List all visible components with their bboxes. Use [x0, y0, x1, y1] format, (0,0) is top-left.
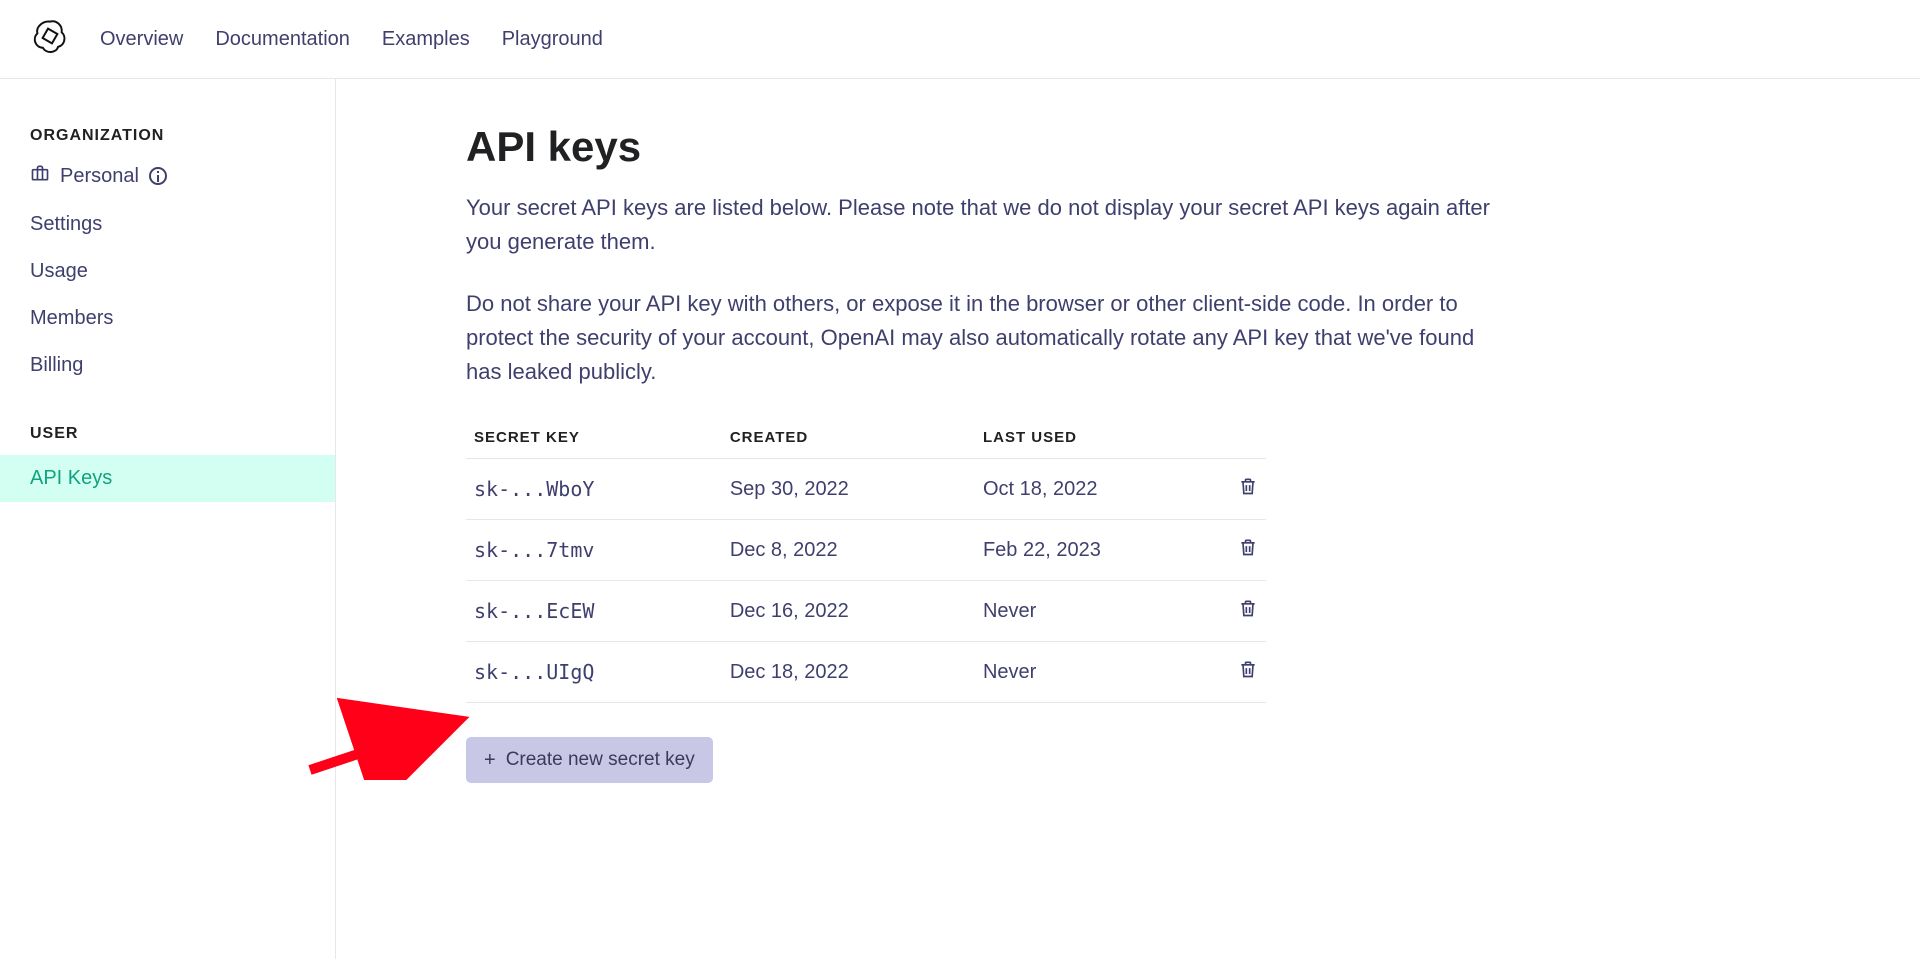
info-icon [149, 167, 167, 185]
trash-icon [1238, 480, 1258, 502]
main-content: API keys Your secret API keys are listed… [336, 79, 1536, 959]
cell-last-used: Oct 18, 2022 [975, 459, 1226, 520]
table-row: sk-...WboYSep 30, 2022Oct 18, 2022 [466, 459, 1266, 520]
create-secret-key-label: Create new secret key [506, 749, 695, 771]
cell-secret-key: sk-...7tmv [466, 520, 722, 581]
org-name: Personal [60, 165, 139, 188]
cell-created: Dec 18, 2022 [722, 642, 975, 703]
delete-key-button[interactable] [1238, 663, 1258, 685]
openai-logo-icon [32, 18, 68, 60]
nav-overview[interactable]: Overview [100, 28, 183, 51]
sidebar-item-members[interactable]: Members [0, 295, 335, 342]
plus-icon: + [484, 750, 496, 770]
org-selector[interactable]: Personal [0, 157, 335, 201]
table-row: sk-...7tmvDec 8, 2022Feb 22, 2023 [466, 520, 1266, 581]
cell-created: Dec 16, 2022 [722, 581, 975, 642]
delete-key-button[interactable] [1238, 480, 1258, 502]
sidebar-item-api-keys[interactable]: API Keys [0, 455, 335, 502]
delete-key-button[interactable] [1238, 602, 1258, 624]
trash-icon [1238, 602, 1258, 624]
cell-created: Sep 30, 2022 [722, 459, 975, 520]
nav-examples[interactable]: Examples [382, 28, 470, 51]
col-created: CREATED [722, 417, 975, 459]
page-title: API keys [466, 123, 1536, 171]
trash-icon [1238, 663, 1258, 685]
cell-secret-key: sk-...EcEW [466, 581, 722, 642]
trash-icon [1238, 541, 1258, 563]
create-secret-key-button[interactable]: + Create new secret key [466, 737, 713, 783]
nav-playground[interactable]: Playground [502, 28, 603, 51]
sidebar-heading-user: USER [0, 425, 335, 455]
page-intro-1: Your secret API keys are listed below. P… [466, 191, 1496, 259]
sidebar-heading-organization: ORGANIZATION [0, 127, 335, 157]
top-nav: Overview Documentation Examples Playgrou… [0, 0, 1920, 79]
sidebar-item-usage[interactable]: Usage [0, 248, 335, 295]
cell-secret-key: sk-...WboY [466, 459, 722, 520]
cell-created: Dec 8, 2022 [722, 520, 975, 581]
table-row: sk-...UIgQDec 18, 2022Never [466, 642, 1266, 703]
api-keys-table: SECRET KEY CREATED LAST USED sk-...WboYS… [466, 417, 1266, 703]
nav-documentation[interactable]: Documentation [215, 28, 350, 51]
cell-last-used: Never [975, 581, 1226, 642]
cell-last-used: Never [975, 642, 1226, 703]
col-secret-key: SECRET KEY [466, 417, 722, 459]
delete-key-button[interactable] [1238, 541, 1258, 563]
sidebar: ORGANIZATION Personal Settings Usage Mem… [0, 79, 336, 959]
page-intro-2: Do not share your API key with others, o… [466, 287, 1496, 389]
cell-secret-key: sk-...UIgQ [466, 642, 722, 703]
cell-last-used: Feb 22, 2023 [975, 520, 1226, 581]
briefcase-icon [30, 163, 50, 189]
table-row: sk-...EcEWDec 16, 2022Never [466, 581, 1266, 642]
sidebar-item-settings[interactable]: Settings [0, 201, 335, 248]
col-last-used: LAST USED [975, 417, 1226, 459]
sidebar-item-billing[interactable]: Billing [0, 342, 335, 389]
